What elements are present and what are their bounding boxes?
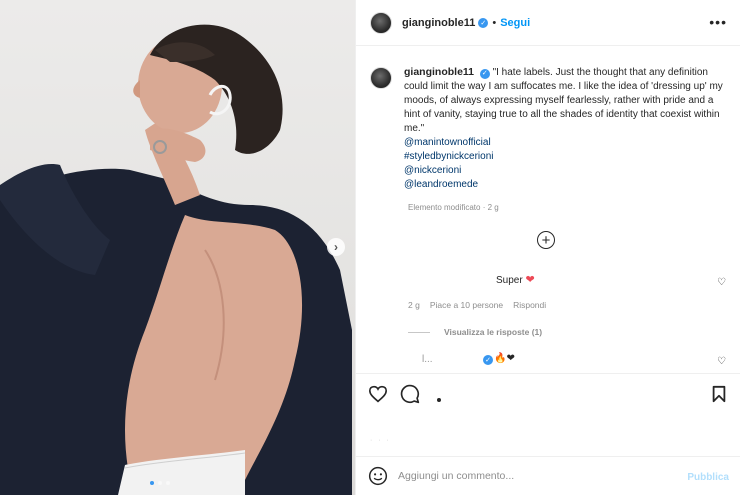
heart-icon[interactable]: ♡ bbox=[717, 356, 726, 367]
comment-body: Super bbox=[496, 275, 523, 286]
bookmark-icon[interactable] bbox=[711, 385, 727, 406]
reply-button[interactable]: Rispondi bbox=[513, 300, 546, 310]
post-caption: gianginoble11 ✓ "I hate labels. Just the… bbox=[370, 65, 730, 192]
caption-tag[interactable]: @leandroemede bbox=[404, 178, 724, 192]
divider bbox=[408, 331, 430, 333]
plus-circle-icon[interactable]: + bbox=[537, 231, 555, 249]
comment-username[interactable]: l... bbox=[422, 354, 433, 365]
caption-tag[interactable]: #styledbynickcerioni bbox=[404, 150, 724, 164]
separator: • bbox=[492, 16, 497, 29]
author-username[interactable]: gianginoble11 bbox=[402, 17, 475, 29]
caption-tag[interactable]: @nickcerioni bbox=[404, 164, 724, 178]
post-photo[interactable]: › bbox=[0, 0, 355, 495]
comment-icon[interactable] bbox=[400, 384, 420, 404]
more-horizontal-icon[interactable]: ••• bbox=[709, 14, 727, 30]
post-side-panel: gianginoble11 ✓ • Segui ••• gianginoble1… bbox=[355, 0, 740, 495]
edited-note: Elemento modificato · 2 g bbox=[408, 203, 499, 212]
instagram-post-view: › gianginoble11 ✓ • Segui ••• gianginobl… bbox=[0, 0, 740, 495]
photo-illustration bbox=[0, 24, 352, 495]
action-bar bbox=[356, 373, 740, 413]
comment-item: l... ✓ 🔥❤ ♡ bbox=[370, 353, 730, 373]
caption-body: gianginoble11 ✓ "I hate labels. Just the… bbox=[404, 65, 724, 192]
carousel-dot bbox=[166, 481, 170, 485]
carousel-indicator bbox=[150, 481, 170, 485]
chevron-right-icon: › bbox=[334, 240, 338, 254]
view-replies-label: Visualizza le risposte (1) bbox=[444, 327, 543, 337]
avatar[interactable] bbox=[370, 67, 392, 89]
heart-icon[interactable]: ♡ bbox=[717, 277, 726, 288]
avatar[interactable] bbox=[370, 273, 392, 295]
comment-item: Super ❤ ♡ 2 g Piace a 10 persone Rispond… bbox=[370, 273, 730, 313]
smiley-icon[interactable] bbox=[368, 466, 388, 486]
share-icon[interactable] bbox=[432, 384, 446, 404]
comments-section[interactable]: gianginoble11 ✓ "I hate labels. Just the… bbox=[356, 47, 740, 373]
verified-badge-icon: ✓ bbox=[483, 355, 493, 365]
avatar[interactable] bbox=[370, 11, 392, 34]
comment-input[interactable] bbox=[398, 470, 668, 482]
verified-badge-icon: ✓ bbox=[479, 69, 490, 79]
comment-age: 2 g bbox=[408, 300, 420, 310]
caption-username[interactable]: gianginoble11 bbox=[404, 66, 474, 78]
carousel-dot bbox=[158, 481, 162, 485]
publish-button[interactable]: Pubblica bbox=[687, 472, 729, 483]
verified-badge-icon: ✓ bbox=[478, 17, 489, 28]
post-header: gianginoble11 ✓ • Segui ••• bbox=[356, 0, 740, 46]
view-replies-button[interactable]: Visualizza le risposte (1) bbox=[408, 327, 542, 337]
comment-meta: 2 g Piace a 10 persone Rispondi bbox=[408, 300, 546, 310]
comment-emoji: 🔥❤ bbox=[494, 353, 515, 364]
caption-tag[interactable]: @manintownofficial bbox=[404, 136, 724, 150]
comment-composer: Pubblica bbox=[356, 456, 740, 495]
carousel-next-button[interactable]: › bbox=[327, 238, 345, 256]
comment-likes[interactable]: Piace a 10 persone bbox=[430, 300, 503, 310]
comment-text: Super ❤ bbox=[496, 273, 535, 286]
carousel-dot bbox=[150, 481, 154, 485]
follow-button[interactable]: Segui bbox=[500, 17, 530, 29]
likes-placeholder: · · · bbox=[370, 437, 391, 444]
heart-emoji: ❤ bbox=[525, 274, 535, 286]
heart-icon[interactable] bbox=[368, 385, 388, 403]
